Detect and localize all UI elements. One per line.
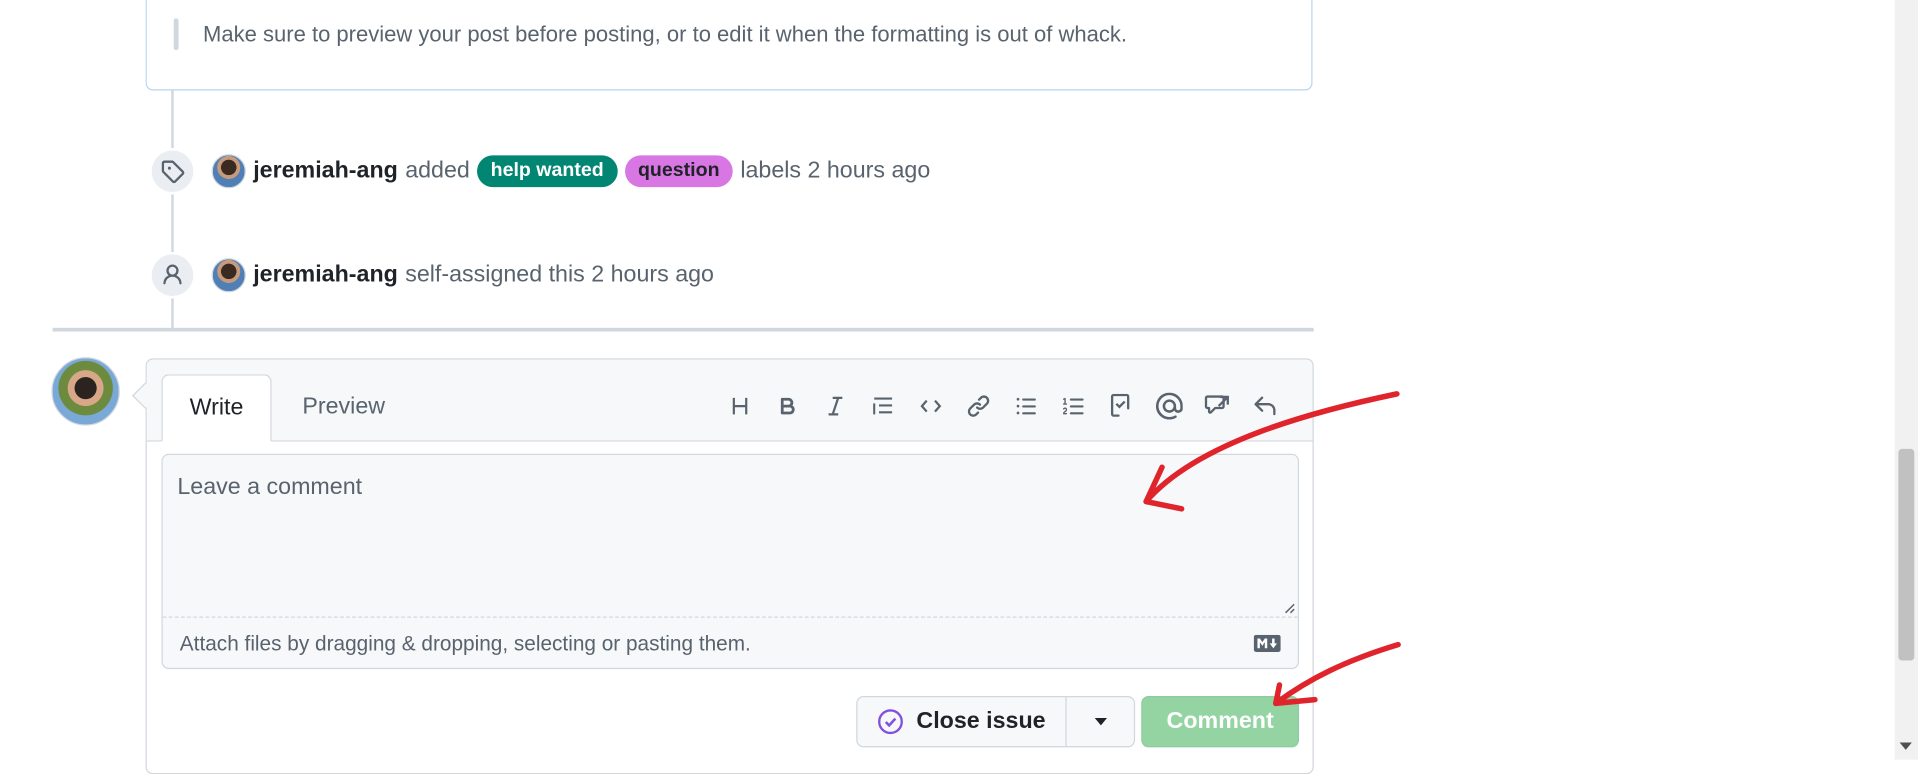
close-issue-button[interactable]: Close issue [857,697,1065,746]
label-question[interactable]: question [624,155,733,188]
comment-composer: Write Preview Leave a comment Attach fil… [145,358,1314,774]
markdown-icon[interactable] [1253,634,1281,652]
close-issue-button-group: Close issue [856,696,1136,748]
label-help-wanted[interactable]: help wanted [477,155,618,188]
page-scrollbar[interactable] [1894,0,1918,760]
comment-textarea-container: Attach files by dragging & dropping, sel… [161,453,1300,670]
quote-icon[interactable] [859,387,907,426]
saved-replies-icon[interactable] [1240,387,1288,426]
resize-handle-icon[interactable] [1281,599,1296,614]
timeline-event-labeled: jeremiah-ang added help wanted question … [149,148,931,195]
blockquote-text: Make sure to preview your post before po… [203,22,1128,47]
current-user-avatar[interactable] [51,357,120,426]
scroll-down-arrow-icon[interactable] [1899,742,1912,750]
bold-icon[interactable] [763,387,811,426]
event-text: self-assigned this 2 hours ago [405,261,714,288]
close-issue-label: Close issue [916,708,1046,734]
event-verb: added [405,157,470,184]
scrollbar-thumb[interactable] [1898,448,1915,661]
heading-icon[interactable] [716,387,764,426]
comment-textarea[interactable] [162,455,1298,617]
avatar[interactable] [211,258,246,293]
ordered-list-icon[interactable] [1050,387,1098,426]
event-timestamp: labels 2 hours ago [740,157,931,184]
code-icon[interactable] [906,387,954,426]
mention-icon[interactable] [1145,387,1193,426]
blockquote-bar [173,18,179,51]
composer-header: Write Preview [146,359,1313,442]
cross-reference-icon[interactable] [1193,387,1241,426]
task-list-icon[interactable] [1097,387,1145,426]
triangle-down-icon [1094,718,1107,726]
person-icon [149,251,196,299]
tag-icon [149,148,196,195]
actor-link[interactable]: jeremiah-ang [253,158,398,185]
link-icon[interactable] [954,387,1002,426]
comment-submit-button[interactable]: Comment [1141,696,1300,748]
tab-preview[interactable]: Preview [289,374,399,440]
tab-write[interactable]: Write [161,374,272,442]
avatar[interactable] [211,154,246,189]
issue-closed-icon [878,709,904,735]
italic-icon[interactable] [811,387,859,426]
actor-link[interactable]: jeremiah-ang [253,262,398,289]
timeline-event-assigned: jeremiah-ang self-assigned this 2 hours … [149,251,714,299]
attach-files-text: Attach files by dragging & dropping, sel… [179,631,751,656]
unordered-list-icon[interactable] [1002,387,1050,426]
close-issue-options-button[interactable] [1065,697,1133,747]
timeline-divider [52,327,1314,332]
file-attachment-bar[interactable]: Attach files by dragging & dropping, sel… [162,616,1298,667]
issue-body-quote-container: Make sure to preview your post before po… [145,0,1313,91]
markdown-toolbar [716,387,1288,426]
